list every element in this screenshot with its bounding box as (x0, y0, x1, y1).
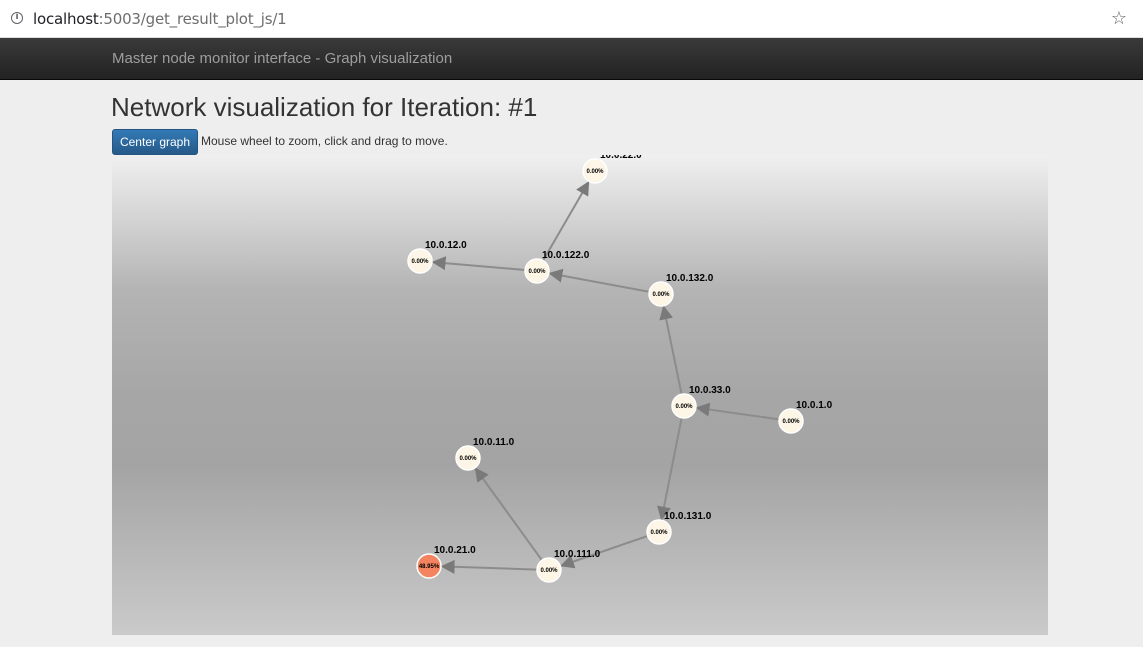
graph-node-value: 0.00% (540, 568, 558, 574)
bookmark-star-icon[interactable]: ☆ (1111, 8, 1127, 29)
graph-edge (548, 268, 650, 293)
top-navbar: Master node monitor interface - Graph vi… (0, 38, 1143, 80)
graph-node[interactable]: 48.95% 10.0.21.0 (416, 545, 476, 579)
graph-node[interactable]: 0.00% 10.0.1.0 (778, 400, 833, 434)
page-title: Network visualization for Iteration: #1 (111, 92, 538, 122)
url-path: :5003/get_result_plot_js/1 (98, 10, 287, 28)
url-text[interactable]: localhost:5003/get_result_plot_js/1 (33, 10, 287, 28)
graph-node[interactable]: 0.00% 10.0.111.0 (536, 549, 601, 583)
graph-edge (440, 559, 538, 574)
edges-layer (431, 181, 780, 574)
center-graph-button[interactable]: Center graph (112, 129, 198, 155)
graph-node-label: 10.0.11.0 (473, 437, 515, 448)
graph-node-value: 0.00% (675, 404, 693, 410)
browser-address-bar[interactable]: i localhost:5003/get_result_plot_js/1 ☆ (0, 0, 1143, 38)
graph-edge (657, 417, 683, 521)
graph-node[interactable]: 0.00% 10.0.131.0 (646, 511, 712, 545)
navbar-brand[interactable]: Master node monitor interface - Graph vi… (112, 50, 452, 67)
graph-edge (695, 402, 780, 421)
graph-node[interactable]: 0.00% 10.0.12.0 (407, 240, 467, 274)
nodes-layer: 0.00% 10.0.22.0 0.00% 10.0.12.0 0.00% 10.0.12… (407, 155, 833, 583)
graph-node-value: 0.00% (528, 269, 546, 275)
site-info-icon[interactable]: i (11, 12, 23, 24)
graph-node-value: 48.95% (419, 564, 440, 570)
graph-node[interactable]: 0.00% 10.0.132.0 (648, 273, 714, 307)
graph-node-label: 10.0.1.0 (796, 400, 833, 411)
network-graph-svg[interactable]: 0.00% 10.0.22.0 0.00% 10.0.12.0 0.00% 10.0.12… (112, 155, 1048, 635)
graph-node-value: 0.00% (411, 259, 429, 265)
graph-edge (542, 181, 590, 262)
graph-node-value: 0.00% (650, 530, 668, 536)
graph-node-label: 10.0.131.0 (664, 511, 712, 522)
graph-node-value: 0.00% (652, 292, 670, 298)
graph-node-label: 10.0.33.0 (689, 385, 731, 396)
graph-node-label: 10.0.111.0 (554, 549, 601, 560)
graph-node-label: 10.0.122.0 (542, 250, 590, 261)
graph-edge (659, 305, 683, 395)
graph-node[interactable]: 0.00% 10.0.22.0 (582, 155, 642, 184)
graph-node-label: 10.0.22.0 (600, 155, 642, 161)
graph-node-value: 0.00% (586, 169, 604, 175)
url-host: localhost (33, 10, 99, 28)
graph-edge (431, 256, 526, 271)
graph-node[interactable]: 0.00% 10.0.11.0 (455, 437, 515, 471)
usage-hint: Mouse wheel to zoom, click and drag to m… (201, 134, 448, 148)
graph-node-value: 0.00% (459, 456, 477, 462)
graph-node-label: 10.0.132.0 (666, 273, 714, 284)
graph-node-value: 0.00% (782, 419, 800, 425)
network-graph-canvas[interactable]: 0.00% 10.0.22.0 0.00% 10.0.12.0 0.00% 10.0.12… (112, 155, 1048, 635)
graph-node-label: 10.0.21.0 (434, 545, 476, 556)
graph-node-label: 10.0.12.0 (425, 240, 467, 251)
graph-edge (474, 467, 543, 561)
